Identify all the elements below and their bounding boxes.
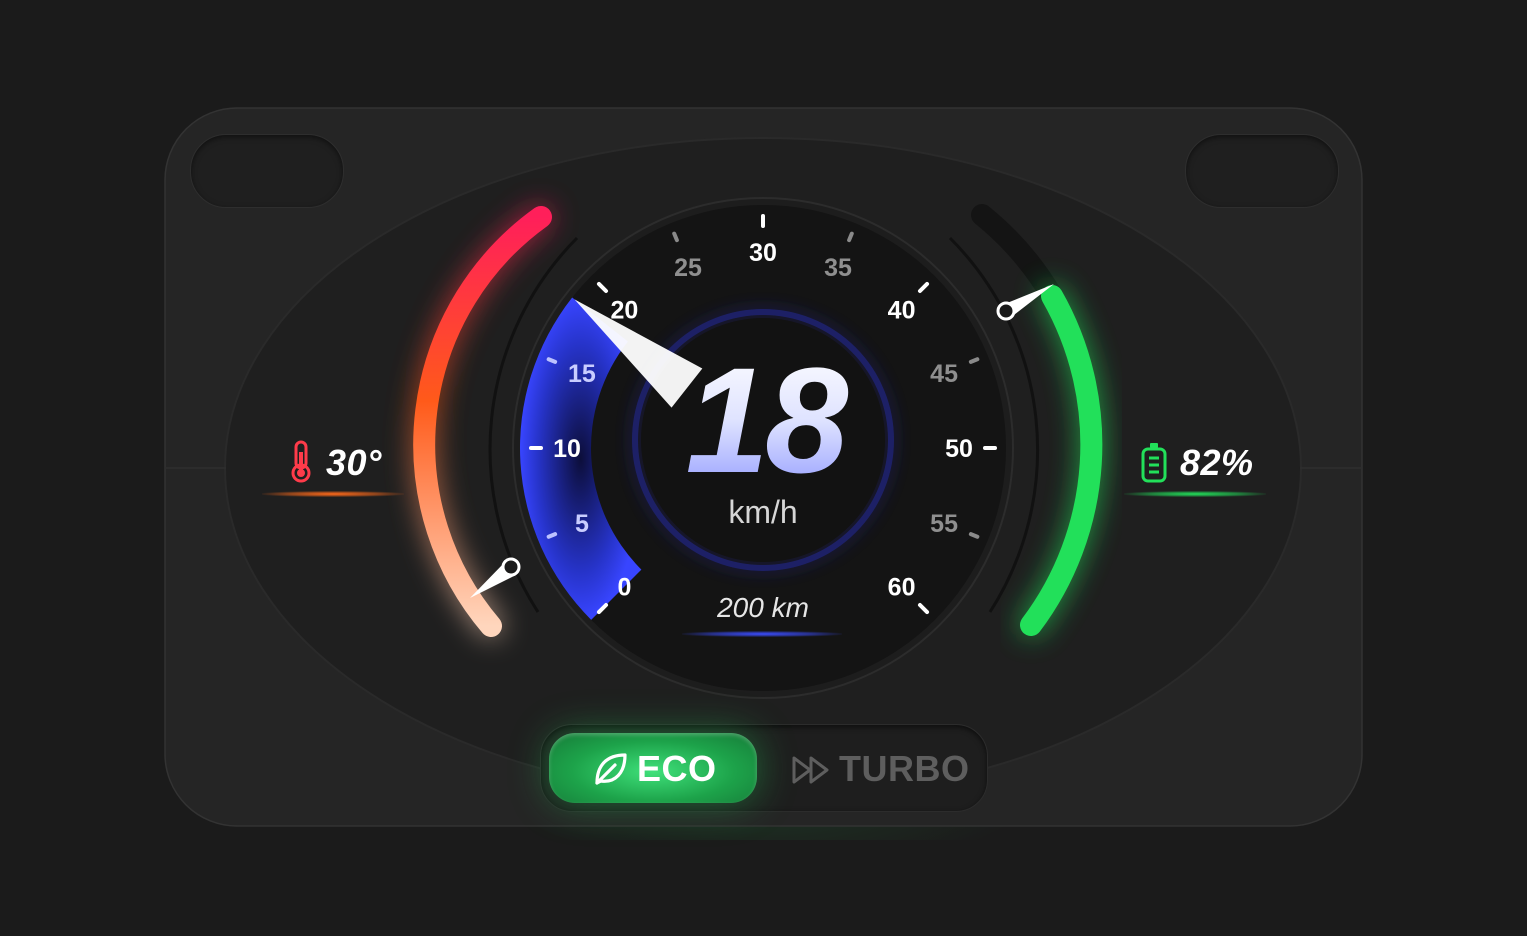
speed-tick-35: [847, 231, 854, 243]
speed-label-45: 45: [930, 360, 958, 388]
turbo-mode-label: TURBO: [839, 748, 970, 789]
speed-label-40: 40: [888, 296, 916, 324]
fast-forward-icon: [792, 756, 829, 784]
speed-value: 18: [660, 340, 870, 500]
speed-label-0: 0: [617, 574, 631, 602]
leaf-icon: [595, 753, 627, 785]
speed-tick-5: [546, 532, 558, 539]
speed-label-60: 60: [888, 574, 916, 602]
speed-label-55: 55: [930, 510, 958, 538]
eco-mode-button[interactable]: ECO: [549, 733, 757, 803]
speed-unit: km/h: [728, 494, 798, 530]
speed-label-50: 50: [945, 435, 973, 463]
speed-label-25: 25: [674, 254, 702, 282]
odometer-value: 200: [717, 592, 764, 623]
battery-value: 82%: [1180, 442, 1254, 483]
headlight-indicator-panel: [190, 134, 344, 208]
speed-label-20: 20: [611, 296, 639, 324]
odometer: 200 km: [690, 592, 836, 624]
speed-label-5: 5: [575, 510, 589, 538]
temperature-underline: [262, 491, 404, 497]
turn-signal-panel: [1185, 134, 1339, 208]
turbo-mode-button[interactable]: TURBO: [777, 733, 977, 803]
speed-label-15: 15: [568, 360, 596, 388]
speed-tick-55: [968, 532, 980, 539]
speed-label-35: 35: [824, 254, 852, 282]
drive-mode-switch: ECO TURBO: [540, 724, 988, 812]
eco-mode-label: ECO: [637, 748, 717, 789]
speed-tick-45: [968, 357, 980, 364]
temperature-value: 30°: [326, 442, 382, 483]
speed-label-30: 30: [749, 239, 777, 267]
speed-tick-15: [546, 357, 558, 364]
speed-tick-25: [672, 231, 679, 243]
speed-label-10: 10: [553, 435, 581, 463]
odometer-unit: km: [771, 592, 809, 623]
odometer-underline: [682, 631, 842, 637]
battery-underline: [1124, 491, 1266, 497]
